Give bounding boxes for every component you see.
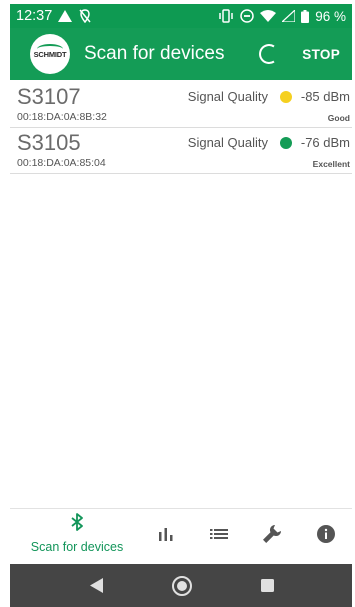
device-name: S3105 <box>17 130 81 155</box>
page-title: Scan for devices <box>84 43 225 64</box>
stop-button[interactable]: STOP <box>302 47 340 62</box>
signal-dbm: -76 dBm <box>300 135 350 150</box>
signal-quality-label: Signal Quality <box>187 89 268 104</box>
device-list: S3107 00:18:DA:0A:8B:32 Signal Quality -… <box>10 82 352 174</box>
status-left-icons <box>58 9 92 23</box>
nav-scan-for-devices[interactable]: Scan for devices <box>27 513 127 554</box>
loading-spinner-icon <box>259 44 275 64</box>
info-icon[interactable] <box>317 525 335 543</box>
wifi-icon <box>260 10 277 22</box>
nav-scan-label: Scan for devices <box>30 540 124 554</box>
signal-status-dot <box>280 137 292 149</box>
system-navigation-bar <box>10 564 352 607</box>
app-bar: SCHMIDT Scan for devices STOP <box>10 28 352 80</box>
signal-dbm: -85 dBm <box>300 89 350 104</box>
device-row-s3107[interactable]: S3107 00:18:DA:0A:8B:32 Signal Quality -… <box>10 82 352 128</box>
device-name: S3107 <box>17 84 81 109</box>
do-not-disturb-icon <box>240 9 254 23</box>
status-bar: 12:37 96 % <box>10 4 352 28</box>
warning-triangle-icon <box>58 10 73 22</box>
home-icon[interactable] <box>171 575 193 597</box>
status-time: 12:37 <box>16 8 53 24</box>
location-off-icon <box>79 9 91 23</box>
signal-status-dot <box>280 91 292 103</box>
bluetooth-icon <box>71 513 83 531</box>
schmidt-logo: SCHMIDT <box>30 34 70 74</box>
bottom-navigation: Scan for devices <box>10 508 352 564</box>
battery-icon <box>301 9 310 23</box>
device-mac: 00:18:DA:0A:85:04 <box>17 157 106 169</box>
list-icon[interactable] <box>210 526 228 542</box>
signal-quality-label: Signal Quality <box>187 135 268 150</box>
vibrate-icon <box>219 9 233 23</box>
cell-signal-icon <box>282 10 296 22</box>
device-mac: 00:18:DA:0A:8B:32 <box>17 111 107 123</box>
phone-screen: 12:37 96 % SCHMIDT Scan for devices STOP… <box>0 0 355 607</box>
signal-quality-text: Excellent <box>312 159 350 169</box>
signal-quality-text: Good <box>327 113 350 123</box>
status-right-icons: 96 % <box>218 9 346 24</box>
recent-apps-icon[interactable] <box>261 579 274 592</box>
device-row-s3105[interactable]: S3105 00:18:DA:0A:85:04 Signal Quality -… <box>10 128 352 174</box>
bar-chart-icon[interactable] <box>158 526 174 542</box>
wrench-icon[interactable] <box>262 524 282 544</box>
logo-arc <box>37 44 63 54</box>
battery-percent: 96 % <box>315 8 346 24</box>
back-icon[interactable] <box>90 578 103 593</box>
